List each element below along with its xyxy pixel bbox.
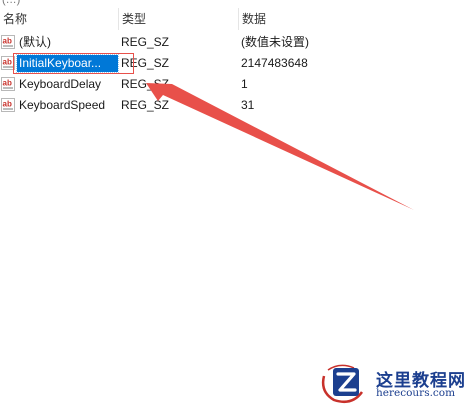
svg-text:ab: ab bbox=[3, 58, 12, 67]
value-data-cell: 31 bbox=[241, 98, 255, 112]
string-value-ab-icon: ab bbox=[1, 98, 15, 112]
table-row-selected[interactable]: ab InitialKeyboar... REG_SZ 2147483648 bbox=[0, 53, 467, 74]
value-rows: ab (默认) REG_SZ (数值未设置) ab InitialKeyboar… bbox=[0, 32, 467, 116]
value-type-cell: REG_SZ bbox=[121, 35, 170, 49]
string-value-ab-icon: ab bbox=[1, 56, 15, 70]
value-data-cell: 2147483648 bbox=[241, 56, 308, 70]
table-row[interactable]: ab KeyboardDelay REG_SZ 1 bbox=[0, 74, 467, 95]
value-name-edit-field[interactable]: InitialKeyboar... bbox=[16, 54, 119, 73]
top-strip: (…) bbox=[0, 0, 467, 8]
value-name-cell: ab (默认) bbox=[0, 32, 118, 53]
value-name-cell: ab KeyboardDelay bbox=[0, 74, 118, 95]
table-row[interactable]: ab (默认) REG_SZ (数值未设置) bbox=[0, 32, 467, 53]
svg-text:ab: ab bbox=[3, 100, 12, 109]
table-row[interactable]: ab KeyboardSpeed REG_SZ 31 bbox=[0, 95, 467, 116]
value-name-cell: ab KeyboardSpeed bbox=[0, 95, 118, 116]
column-header-data[interactable]: 数据 bbox=[238, 8, 467, 30]
watermark: 这里教程网 herecours.com bbox=[316, 362, 467, 404]
column-header-type[interactable]: 类型 bbox=[118, 8, 238, 30]
column-header-bar: 名称 类型 数据 bbox=[0, 8, 467, 30]
value-type-cell: REG_SZ bbox=[121, 77, 170, 91]
watermark-url: herecours.com bbox=[376, 387, 456, 399]
registry-editor-value-list: (…) 名称 类型 数据 ab (默认) REG_SZ (数值未设置) ab I… bbox=[0, 0, 467, 404]
value-data-cell: (数值未设置) bbox=[241, 35, 309, 49]
column-header-name[interactable]: 名称 bbox=[0, 8, 118, 30]
value-name-text: (默认) bbox=[19, 35, 51, 49]
value-type-cell: REG_SZ bbox=[121, 56, 170, 70]
value-name-cell: ab InitialKeyboar... bbox=[0, 53, 119, 74]
value-data-cell: 1 bbox=[241, 77, 248, 91]
string-value-ab-icon: ab bbox=[1, 35, 15, 49]
svg-text:ab: ab bbox=[3, 79, 12, 88]
watermark-logo-icon bbox=[321, 364, 364, 403]
string-value-ab-icon: ab bbox=[1, 77, 15, 91]
top-strip-text: (…) bbox=[2, 0, 21, 6]
value-name-text: KeyboardSpeed bbox=[19, 98, 106, 112]
value-name-text: KeyboardDelay bbox=[19, 77, 102, 91]
value-type-cell: REG_SZ bbox=[121, 98, 170, 112]
svg-text:ab: ab bbox=[3, 37, 12, 46]
